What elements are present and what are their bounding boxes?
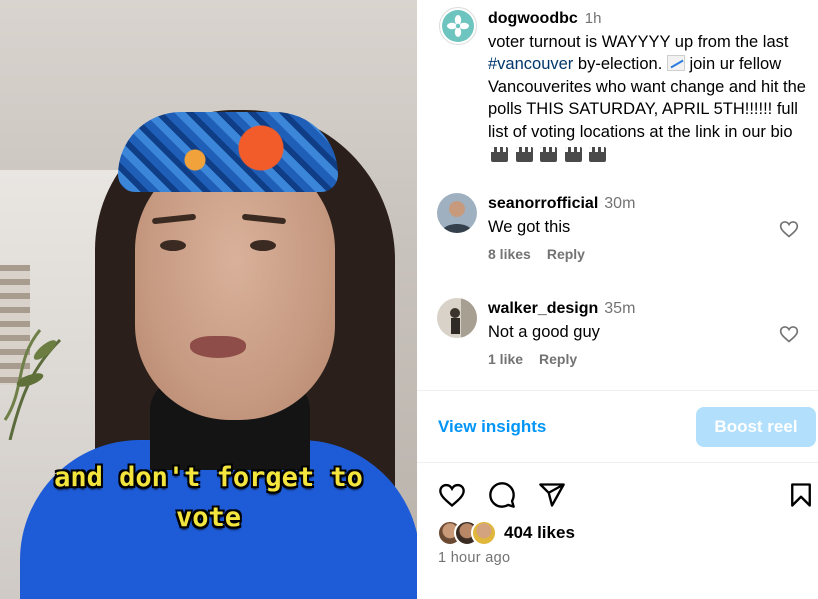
clapper-board-icon — [515, 146, 533, 162]
reel-video[interactable]: and don't forget to vote — [0, 0, 417, 599]
post-caption: dogwoodbc 1h voter turnout is WAYYYY up f… — [488, 7, 806, 166]
video-background-plant — [3, 329, 62, 440]
post-timestamp: 1 hour ago — [438, 550, 511, 566]
person-eye-right — [250, 240, 276, 251]
dogwood-flower-icon — [442, 10, 474, 42]
liker-avatar — [471, 520, 497, 546]
comment-likes[interactable]: 1 like — [488, 351, 523, 367]
like-heart-icon[interactable] — [438, 481, 466, 509]
comment-bubble-icon[interactable] — [488, 481, 516, 509]
comment-body: walker_design 35m Not a good guy 1 like Re… — [488, 298, 778, 367]
clapper-board-icon — [564, 146, 582, 162]
person-bandana — [118, 112, 338, 192]
like-comment-heart-icon[interactable] — [779, 219, 799, 239]
comment-time: 30m — [604, 195, 636, 212]
commenter-username[interactable]: seanorrofficial — [488, 195, 598, 212]
clapper-board-icon — [589, 146, 607, 162]
comment-text: Not a good guy — [488, 323, 600, 341]
comment-body: seanorrofficial 30m We got this 8 likes Re… — [488, 193, 778, 262]
reply-button[interactable]: Reply — [547, 246, 585, 262]
post-time: 1h — [584, 10, 602, 27]
share-paper-plane-icon[interactable] — [538, 481, 566, 509]
video-caption-line-2: vote — [175, 502, 242, 533]
boost-reel-button[interactable]: Boost reel — [696, 407, 816, 447]
likes-summary[interactable]: 404 likes — [437, 519, 575, 547]
commenter-avatar[interactable] — [437, 298, 477, 338]
person-mouth — [190, 336, 246, 358]
divider — [417, 462, 818, 463]
post-details-panel: dogwoodbc 1h voter turnout is WAYYYY up f… — [417, 0, 818, 599]
author-avatar[interactable] — [439, 7, 477, 45]
person-eye-left — [160, 240, 186, 251]
view-insights-link[interactable]: View insights — [438, 417, 546, 437]
commenter-username[interactable]: walker_design — [488, 300, 598, 317]
likes-count[interactable]: 404 likes — [504, 523, 575, 543]
caption-text-1: voter turnout is WAYYYY up from the last — [488, 32, 789, 51]
save-bookmark-icon[interactable] — [787, 481, 815, 509]
reply-button[interactable]: Reply — [539, 351, 577, 367]
commenter-avatar[interactable] — [437, 193, 477, 233]
clapper-board-icon — [491, 146, 508, 162]
video-caption-line-1: and don't forget to — [54, 462, 363, 493]
chart-increasing-icon — [666, 55, 685, 72]
like-comment-heart-icon[interactable] — [779, 324, 799, 344]
comment-text: We got this — [488, 218, 571, 236]
hashtag-link[interactable]: #vancouver — [488, 55, 573, 73]
post-author-username[interactable]: dogwoodbc — [488, 10, 578, 27]
divider — [417, 390, 818, 391]
clapper-board-icon — [540, 146, 558, 162]
caption-text-2: by-election. — [573, 55, 667, 74]
comment-time: 35m — [604, 300, 636, 317]
comment-likes[interactable]: 8 likes — [488, 246, 531, 262]
